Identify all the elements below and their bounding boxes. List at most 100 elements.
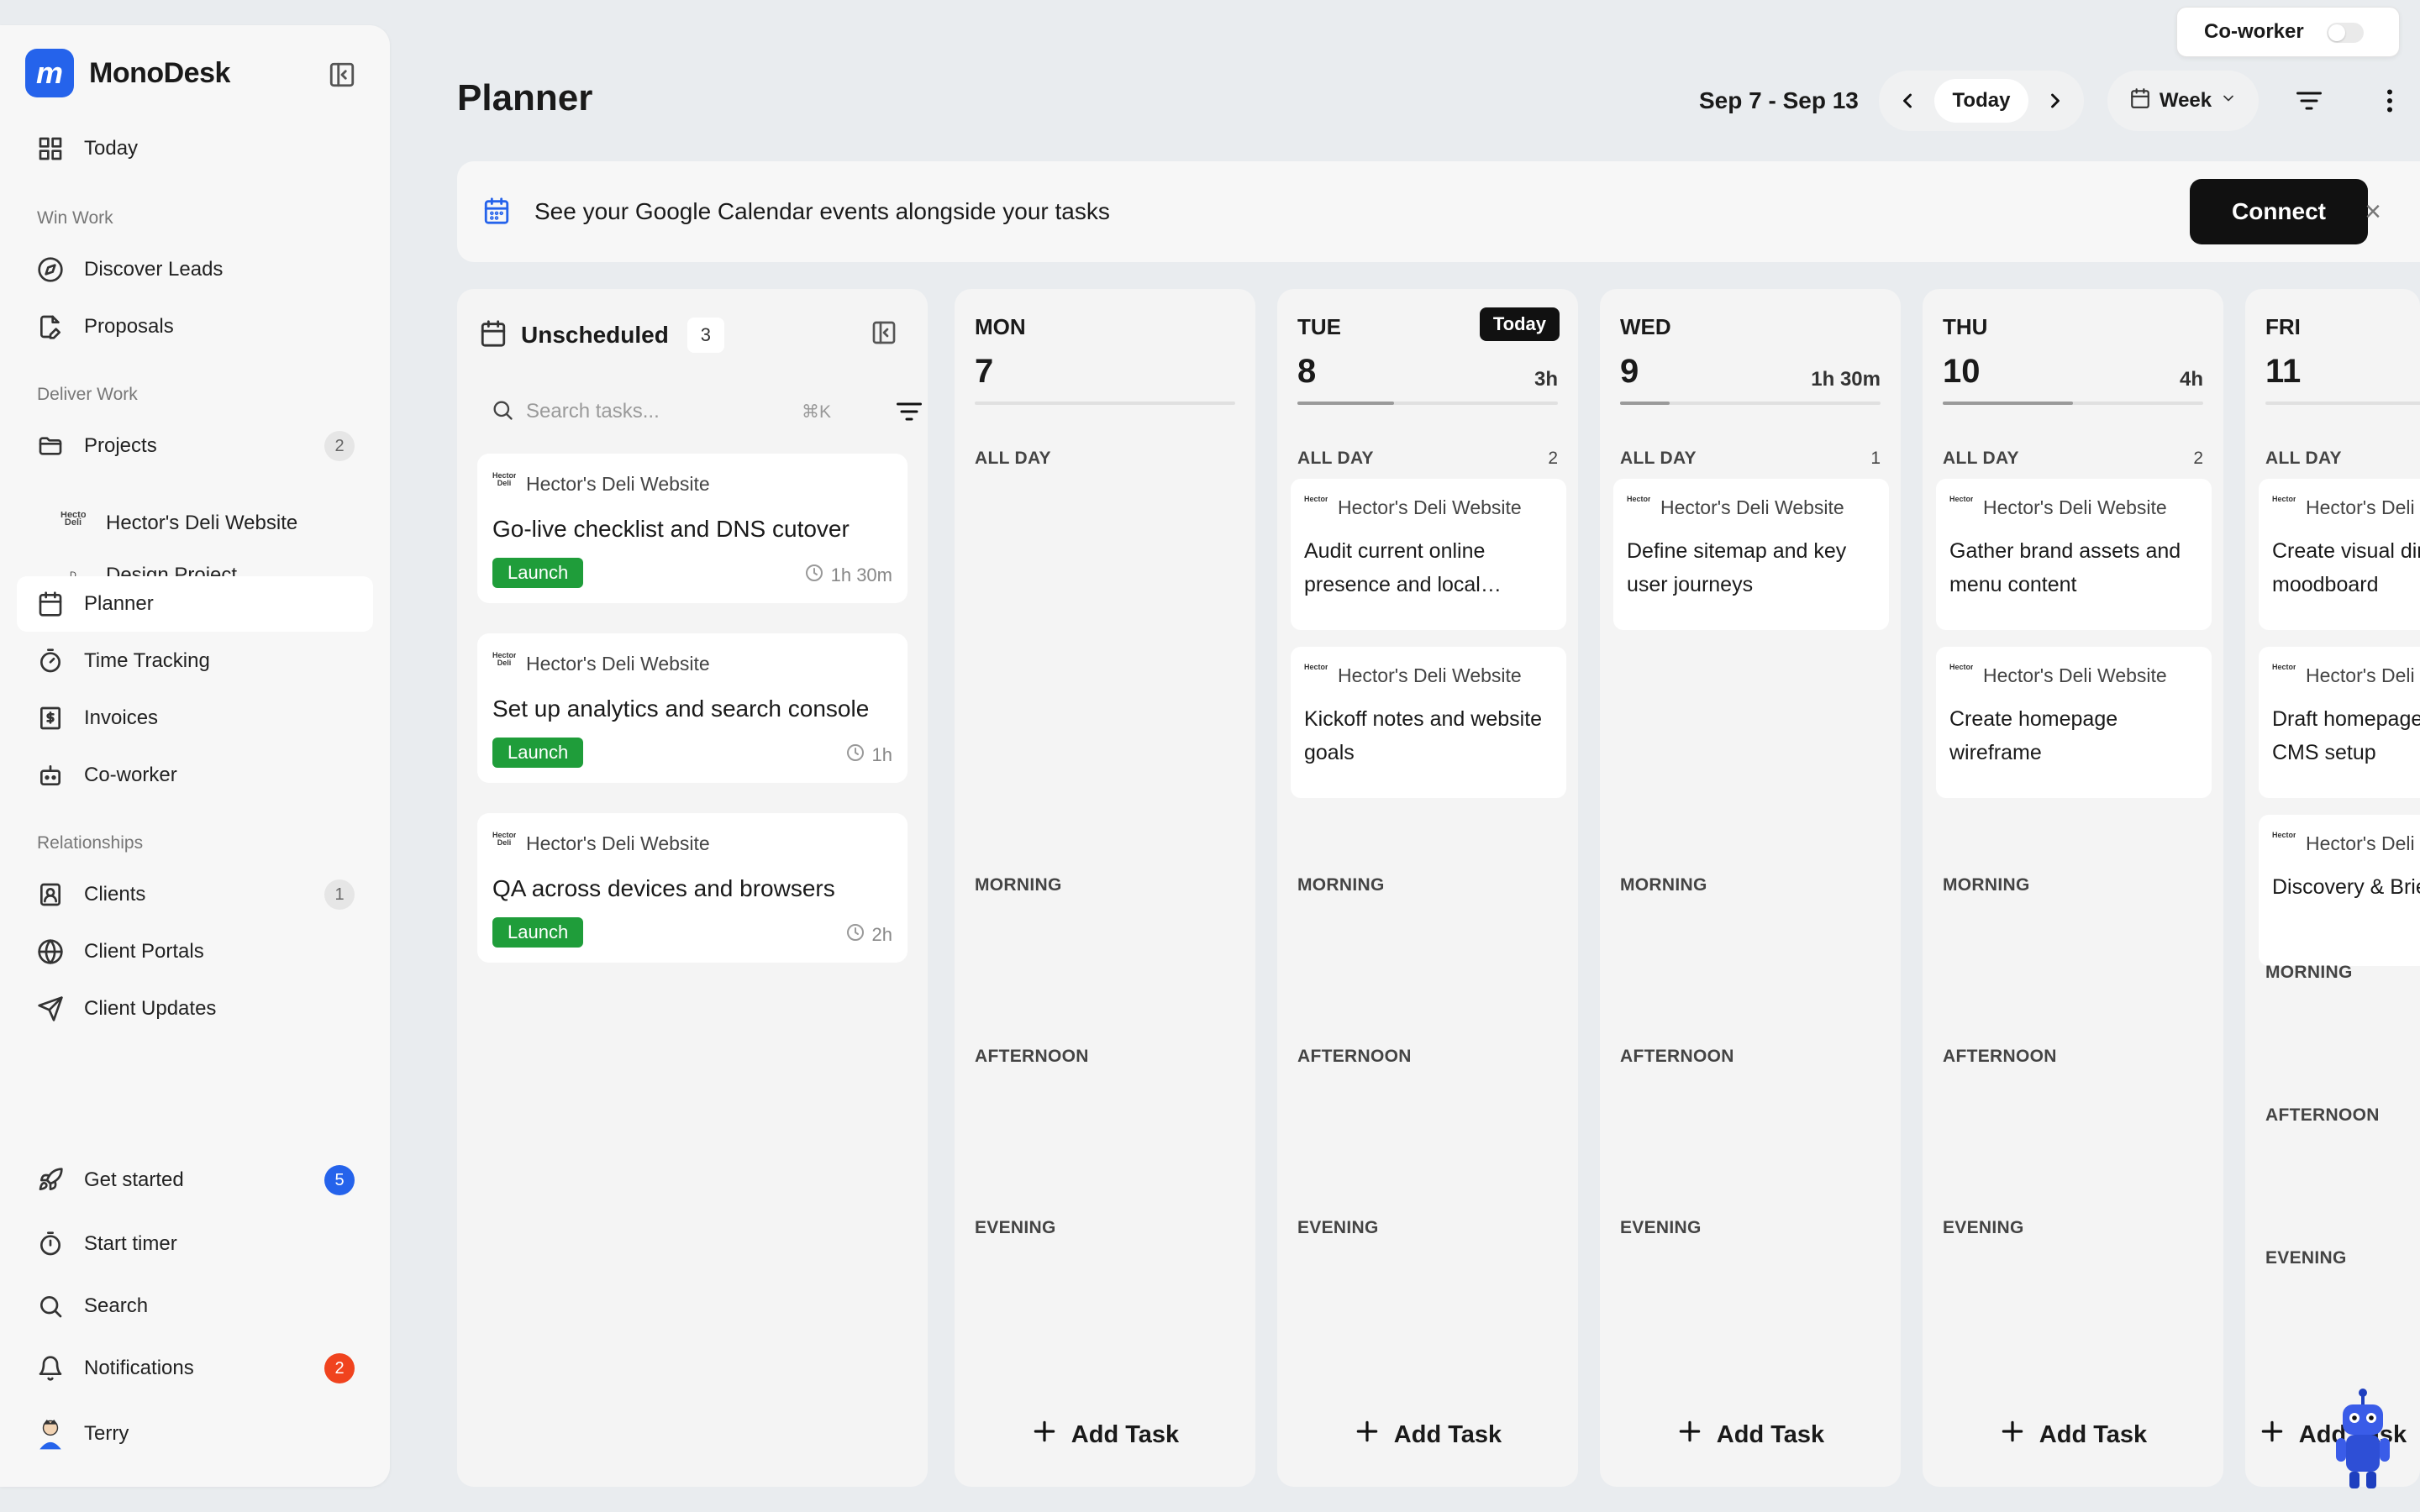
add-task-button[interactable]: Add Task	[955, 1418, 1255, 1452]
close-icon[interactable]: ×	[2358, 196, 2388, 228]
slot-afternoon[interactable]: AFTERNOON	[2265, 1105, 2380, 1126]
sidebar-item-planner[interactable]: Planner	[17, 576, 373, 632]
sidebar-item-proposals[interactable]: Proposals	[17, 299, 373, 354]
day-name: TUE	[1297, 314, 1341, 339]
chevron-left-icon[interactable]	[1891, 84, 1924, 118]
slot-evening[interactable]: EVENING	[2265, 1248, 2347, 1268]
coworker-toggle[interactable]: Co-worker	[2176, 7, 2400, 57]
search-input[interactable]	[526, 400, 778, 423]
task-project-name: Hector's Deli Website	[1983, 664, 2167, 686]
slot-all-day: ALL DAY	[2265, 449, 2342, 468]
task-project-name: Hector's Deli Website	[1660, 496, 1844, 518]
task-duration-text: 2h	[871, 924, 892, 945]
sidebar-item-label: Proposals	[84, 315, 174, 338]
task-title: QA across devices and browsers	[492, 875, 835, 901]
sidebar-collapse-icon[interactable]	[328, 60, 356, 89]
sidebar-item-search[interactable]: Search	[17, 1278, 373, 1334]
filter-icon[interactable]	[2291, 82, 2328, 119]
coworker-mascot-icon[interactable]	[2329, 1388, 2396, 1492]
scheduled-task-card[interactable]: Hector's Deli Hector's Deli Website Disco…	[2259, 815, 2420, 966]
hectors-deli-logo: Hector's Deli	[1304, 496, 1328, 503]
notifications-count-badge: 2	[324, 1353, 355, 1383]
filter-icon[interactable]	[894, 396, 924, 431]
day-number: 7	[975, 353, 994, 390]
compass-icon	[35, 255, 66, 285]
scheduled-task-card[interactable]: Hector's Deli Hector's Deli Website Creat…	[2259, 479, 2420, 630]
task-duration-text: 1h	[871, 744, 892, 765]
task-duration: 1h	[845, 743, 892, 768]
unscheduled-panel: Unscheduled 3 ⌘K Hector's DeliHector's D…	[457, 289, 928, 1487]
hectors-deli-logo: Hector's Deli	[1304, 664, 1328, 671]
brand[interactable]: m MonoDesk	[25, 49, 230, 97]
today-badge: Today	[1479, 307, 1560, 341]
sidebar-item-hectors-deli-website[interactable]: Hector's Deli Hector's Deli Website	[17, 497, 373, 549]
slot-all-day: ALL DAY	[1943, 449, 2019, 468]
slot-afternoon[interactable]: AFTERNOON	[1943, 1047, 2057, 1067]
sidebar-item-client-updates[interactable]: Client Updates	[17, 981, 373, 1037]
plus-icon	[1031, 1418, 1058, 1452]
today-button[interactable]: Today	[1934, 79, 2028, 123]
slot-evening[interactable]: EVENING	[975, 1218, 1056, 1238]
unscheduled-task-card[interactable]: Hector's Deli Hector's Deli Website Go-li…	[477, 454, 908, 603]
scheduled-task-card[interactable]: Hector's Deli Hector's Deli Website Gathe…	[1936, 479, 2212, 630]
view-select-button[interactable]: Week	[2107, 71, 2259, 131]
scheduled-task-card[interactable]: Hector's Deli Hector's Deli Website Draft…	[2259, 647, 2420, 798]
sidebar-item-coworker[interactable]: Co-worker	[17, 748, 373, 803]
sidebar-item-time-tracking[interactable]: Time Tracking	[17, 633, 373, 689]
slot-evening[interactable]: EVENING	[1620, 1218, 1702, 1238]
scheduled-task-card[interactable]: Hector's Deli Hector's Deli Website Defin…	[1613, 479, 1889, 630]
all-day-count: 1	[1870, 449, 1881, 468]
slot-morning[interactable]: MORNING	[1620, 875, 1707, 895]
sidebar-item-client-portals[interactable]: Client Portals	[17, 924, 373, 979]
more-options-icon[interactable]	[2371, 82, 2408, 119]
slot-morning[interactable]: MORNING	[1943, 875, 2030, 895]
day-progress-fill	[1620, 402, 1670, 405]
task-tag[interactable]: Launch	[492, 738, 584, 768]
sidebar-item-label: Discover Leads	[84, 258, 224, 281]
sidebar-user[interactable]: Terry	[17, 1406, 373, 1462]
sidebar-item-discover-leads[interactable]: Discover Leads	[17, 242, 373, 297]
chevron-right-icon[interactable]	[2039, 84, 2072, 118]
sidebar-item-projects[interactable]: Projects 2	[17, 418, 373, 474]
task-title: Draft homepage copy and CMS setup	[2272, 707, 2420, 764]
sidebar-item-get-started[interactable]: Get started 5	[17, 1152, 373, 1208]
slot-evening[interactable]: EVENING	[1943, 1218, 2024, 1238]
day-column-fri: FRI 11 ALL DAY Hector's DeliHector's Del…	[2245, 289, 2420, 1487]
sidebar-item-invoices[interactable]: Invoices	[17, 690, 373, 746]
unscheduled-task-card[interactable]: Hector's Deli Hector's Deli Website Set u…	[477, 633, 908, 783]
day-name: MON	[975, 314, 1026, 339]
add-task-button[interactable]: Add Task	[1600, 1418, 1901, 1452]
slot-afternoon[interactable]: AFTERNOON	[1620, 1047, 1734, 1067]
connect-button[interactable]: Connect	[2190, 179, 2368, 244]
slot-all-day: ALL DAY	[1620, 449, 1697, 468]
add-task-button[interactable]: Add Task	[1277, 1418, 1578, 1452]
panel-collapse-icon[interactable]	[871, 319, 899, 348]
hectors-deli-logo: Hector's Deli	[2272, 832, 2296, 839]
scheduled-task-card[interactable]: Hector's Deli Hector's Deli Website Creat…	[1936, 647, 2212, 798]
add-task-button[interactable]: Add Task	[1923, 1418, 2223, 1452]
sidebar-item-label: Hector's Deli Website	[106, 512, 298, 534]
unscheduled-task-card[interactable]: Hector's Deli Hector's Deli Website QA ac…	[477, 813, 908, 963]
sidebar-item-notifications[interactable]: Notifications 2	[17, 1341, 373, 1396]
slot-evening[interactable]: EVENING	[1297, 1218, 1379, 1238]
task-project: Hector's Deli Hector's Deli Website	[1949, 664, 2167, 687]
scheduled-task-card[interactable]: Hector's Deli Hector's Deli Website Kicko…	[1291, 647, 1566, 798]
keyboard-shortcut: ⌘K	[802, 402, 832, 422]
task-tag[interactable]: Launch	[492, 558, 584, 588]
slot-morning[interactable]: MORNING	[975, 875, 1062, 895]
slot-afternoon[interactable]: AFTERNOON	[975, 1047, 1089, 1067]
sidebar-item-today[interactable]: Today	[17, 121, 373, 176]
task-title: Create homepage wireframe	[1949, 707, 2118, 764]
task-search: ⌘K	[491, 393, 922, 430]
send-icon	[35, 994, 66, 1024]
slot-morning[interactable]: MORNING	[1297, 875, 1385, 895]
slot-afternoon[interactable]: AFTERNOON	[1297, 1047, 1412, 1067]
sidebar-item-start-timer[interactable]: Start timer	[17, 1216, 373, 1272]
app-name: MonoDesk	[89, 56, 230, 89]
scheduled-task-card[interactable]: Hector's Deli Hector's Deli Website Audit…	[1291, 479, 1566, 630]
sidebar-item-clients[interactable]: Clients 1	[17, 867, 373, 922]
coworker-switch[interactable]	[2327, 23, 2364, 43]
slot-morning[interactable]: MORNING	[2265, 963, 2353, 983]
day-progress-bar	[1943, 402, 2203, 405]
task-tag[interactable]: Launch	[492, 917, 584, 948]
